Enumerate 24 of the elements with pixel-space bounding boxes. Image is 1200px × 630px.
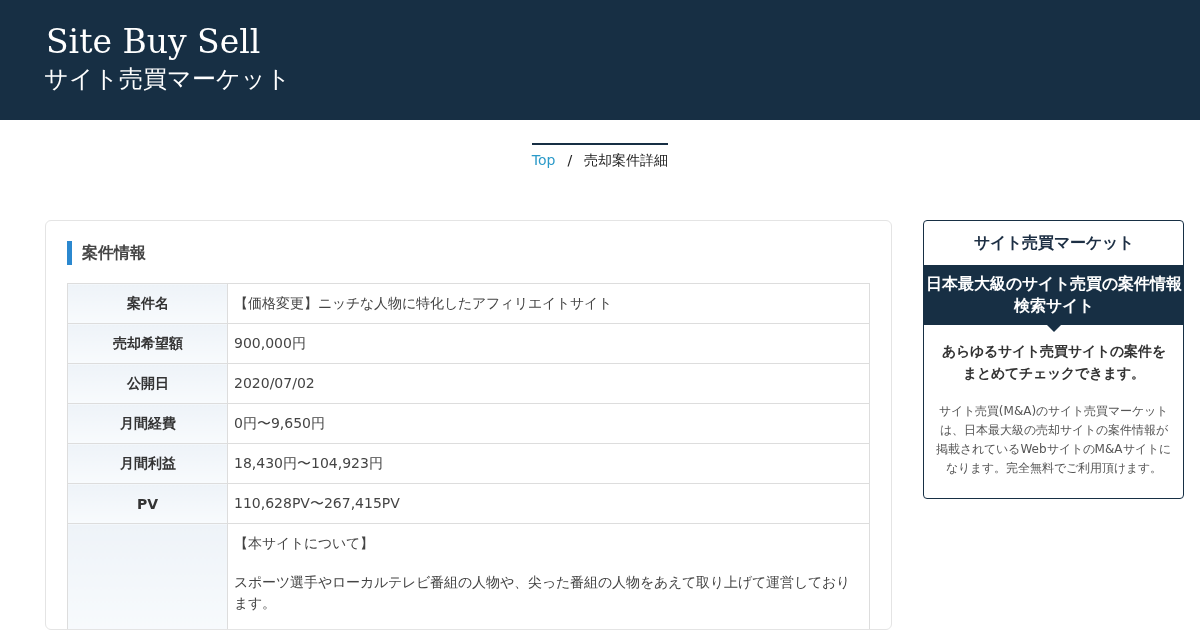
sidebar-lead: あらゆるサイト売買サイトの案件をまとめてチェックできます。 xyxy=(940,342,1167,383)
row-label: 公開日 xyxy=(67,363,228,404)
row-value: 2020/07/02 xyxy=(227,363,870,404)
breadcrumb-separator: / xyxy=(567,152,573,170)
row-label: PV xyxy=(67,483,228,524)
sidebar-text: サイト売買(M&A)のサイト売買マーケットは、日本最大級の売却サイトの案件情報が掲載されているWebサイトのM&Aサイトになります。完全無料でご利用頂けます。 xyxy=(936,403,1171,477)
breadcrumb-link[interactable]: Top xyxy=(531,152,556,170)
description-paragraph: スポーツ選手やローカルテレビ番組の人物や、尖った番組の人物をあえて取り上げて運営しております。 xyxy=(234,573,851,613)
row-label: 売却希望額 xyxy=(67,323,228,364)
row-value: 【価格変更】ニッチな人物に特化したアフィリエイトサイト xyxy=(227,283,870,324)
row-label: 案件名 xyxy=(67,283,228,324)
row-value: 110,628PV〜267,415PV xyxy=(227,483,870,524)
sidebar-title: サイト売買マーケット xyxy=(972,232,1135,254)
description-paragraph: 【本サイトについて】 xyxy=(234,534,375,553)
site-subtitle: サイト売買マーケット xyxy=(44,64,291,95)
site-title: Site Buy Sell xyxy=(46,22,261,62)
sidebar-banner-text: 日本最大級のサイト売買の案件情報検索サイト xyxy=(925,274,1182,315)
row-label: 月間利益 xyxy=(67,443,228,484)
row-value: 900,000円 xyxy=(227,323,870,364)
section-heading: 案件情報 xyxy=(67,241,870,265)
row-label: 月間経費 xyxy=(67,403,228,444)
row-value: 18,430円〜104,923円 xyxy=(227,443,870,484)
breadcrumb-current: 売却案件詳細 xyxy=(584,152,669,170)
row-value: 0円〜9,650円 xyxy=(227,403,870,444)
